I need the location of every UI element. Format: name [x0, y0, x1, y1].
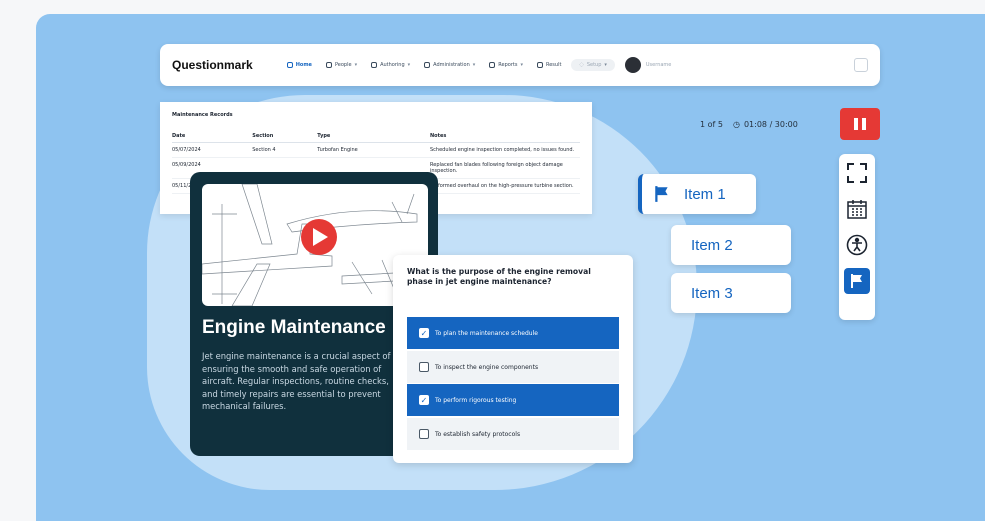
chevron-down-icon: ▾ — [354, 62, 358, 68]
nav-people[interactable]: People ▾ — [325, 62, 358, 68]
setup-menu[interactable]: ◌ Setup ▾ — [571, 59, 615, 71]
table-cell: Performed overhaul on the high-pressure … — [430, 178, 580, 194]
app-top-bar: Questionmark Home People ▾ Authoring ▾ Adm… — [160, 44, 880, 86]
pause-button[interactable] — [840, 108, 880, 140]
table-cell: Replaced fan blades following foreign ob… — [430, 157, 580, 179]
answer-option[interactable]: To inspect the engine components — [407, 351, 619, 383]
nav-result[interactable]: Result — [536, 62, 561, 68]
checkbox-checked-icon: ✓ — [419, 328, 429, 338]
answer-label: To perform rigorous testing — [435, 396, 517, 404]
table-title: Maintenance Records — [172, 112, 233, 118]
answer-label: To establish safety protocols — [435, 430, 521, 438]
item-label: Item 3 — [691, 284, 733, 302]
answer-option[interactable]: To establish safety protocols — [407, 418, 619, 450]
flag-icon[interactable] — [844, 268, 870, 294]
nav-home[interactable]: Home — [286, 62, 312, 68]
setup-icon: ◌ — [579, 62, 584, 68]
calendar-icon[interactable] — [844, 196, 870, 222]
user-name[interactable]: Username — [646, 62, 672, 68]
nav-administration[interactable]: Administration ▾ — [424, 62, 475, 68]
answer-label: To inspect the engine components — [435, 363, 539, 371]
chevron-down-icon: ▾ — [407, 62, 411, 68]
authoring-icon — [371, 62, 378, 68]
checkbox-checked-icon: ✓ — [419, 395, 429, 405]
table-cell: Section 4 — [252, 142, 318, 158]
column-header: Notes — [430, 130, 580, 143]
tool-strip — [839, 154, 875, 320]
time-readout: 01:08 / 30:00 — [743, 120, 798, 129]
pause-icon — [854, 118, 858, 130]
video-title: Engine Maintenance — [202, 317, 386, 338]
checkbox-icon — [419, 362, 429, 372]
column-header: Section — [252, 130, 318, 143]
chevron-down-icon: ▾ — [472, 62, 476, 68]
checkbox-icon — [419, 429, 429, 439]
video-description: Jet engine maintenance is a crucial aspe… — [202, 351, 391, 411]
flag-icon — [655, 186, 668, 202]
nav-reports[interactable]: Reports ▾ — [489, 62, 523, 68]
question-position: 1 of 5 — [700, 120, 723, 129]
fullscreen-icon[interactable] — [844, 160, 870, 186]
assessment-timer: 1 of 5 ◷ 01:08 / 30:00 — [700, 120, 798, 129]
answer-option[interactable]: ✓ To plan the maintenance schedule — [407, 317, 619, 349]
answer-label: To plan the maintenance schedule — [435, 329, 538, 337]
item-3-button[interactable]: Item 3 — [671, 273, 791, 313]
item-2-button[interactable]: Item 2 — [671, 225, 791, 265]
question-text: What is the purpose of the engine remova… — [407, 267, 591, 286]
column-header: Date — [172, 130, 253, 143]
administration-icon — [424, 62, 431, 68]
table-header-row: Date Section Type Notes — [172, 130, 580, 143]
item-1-button[interactable]: Item 1 — [638, 174, 756, 214]
result-icon — [536, 62, 543, 68]
table-cell: Turbofan Engine — [317, 142, 430, 158]
app-logo[interactable]: Questionmark — [172, 58, 253, 72]
item-label: Item 1 — [684, 185, 726, 203]
avatar[interactable] — [624, 57, 641, 73]
chevron-down-icon: ▾ — [604, 62, 607, 68]
main-nav: Home People ▾ Authoring ▾ Administration ▾ … — [286, 62, 561, 68]
table-cell: 05/07/2024 — [172, 142, 253, 158]
item-label: Item 2 — [691, 236, 733, 254]
clock-icon: ◷ — [732, 120, 740, 129]
question-card: What is the purpose of the engine remova… — [393, 255, 633, 463]
answer-option[interactable]: ✓ To perform rigorous testing — [407, 384, 619, 416]
accessibility-icon[interactable] — [844, 232, 870, 258]
nav-authoring[interactable]: Authoring ▾ — [371, 62, 410, 68]
column-header: Type — [317, 130, 430, 143]
home-icon — [286, 62, 293, 68]
reports-icon — [489, 62, 496, 68]
table-cell: Scheduled engine inspection completed, n… — [430, 142, 580, 158]
people-icon — [325, 62, 332, 68]
chevron-down-icon: ▾ — [520, 62, 523, 68]
table-row: 05/07/2024 Section 4 Turbofan Engine Sch… — [172, 142, 580, 158]
menu-button[interactable] — [854, 58, 868, 72]
